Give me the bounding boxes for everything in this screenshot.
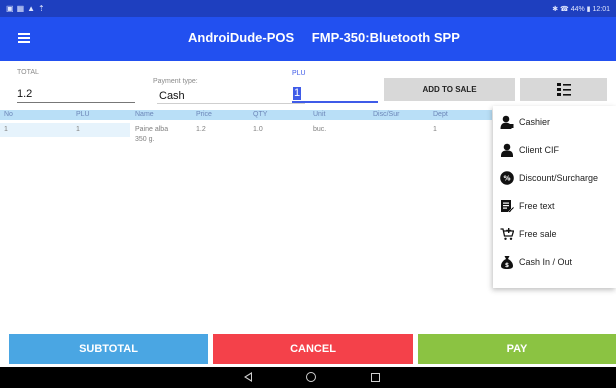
subtotal-button[interactable]: SUBTOTAL xyxy=(9,334,208,364)
total-field: 1.2 xyxy=(17,85,135,103)
printer-device: FMP-350:Bluetooth SPP xyxy=(311,30,460,45)
plu-label: PLU xyxy=(292,70,306,77)
back-icon[interactable] xyxy=(244,372,252,382)
row-name-line2: 350 g. xyxy=(135,136,155,143)
row-price: 1.2 xyxy=(196,126,206,133)
cashier-user-icon xyxy=(500,115,514,129)
payment-type-value: Cash xyxy=(159,90,185,102)
pos-screen: ▣ ▦ ▲ ⇡ ✱ ☎ 44% ▮ 12:01 AndroiDude-POS F… xyxy=(0,0,616,388)
menu-label-free-sale: Free sale xyxy=(519,229,557,239)
col-dept: Dept xyxy=(433,111,448,118)
add-to-sale-button[interactable]: ADD TO SALE xyxy=(384,78,515,101)
menu-label-client-cif: Client CIF xyxy=(519,145,560,155)
sale-table-header: No PLU Name Price QTY Unit Disc/Sur Dept xyxy=(0,110,492,120)
home-icon[interactable] xyxy=(306,372,316,382)
upload-icon: ⇡ xyxy=(38,3,45,13)
col-name: Name xyxy=(135,111,154,118)
menu-label-cashier: Cashier xyxy=(519,117,551,127)
col-disc: Disc/Sur xyxy=(373,111,400,118)
col-price: Price xyxy=(196,111,212,118)
col-no: No xyxy=(4,111,13,118)
cancel-button[interactable]: CANCEL xyxy=(213,334,413,364)
svg-text:%: % xyxy=(503,175,510,183)
payment-type-label: Payment type: xyxy=(153,78,198,85)
menu-label-cash-in-out: Cash In / Out xyxy=(519,257,573,267)
image-icon: ▣ xyxy=(6,3,14,13)
menu-item-discount[interactable]: % Discount/Surcharge xyxy=(493,165,616,191)
menu-item-free-sale[interactable]: Free sale xyxy=(493,221,616,247)
menu-item-cashier[interactable]: Cashier xyxy=(493,109,616,135)
client-badge-icon xyxy=(501,143,513,157)
col-qty: QTY xyxy=(253,111,268,118)
recent-apps-icon[interactable] xyxy=(371,373,380,382)
row-plu: 1 xyxy=(76,126,80,133)
status-bar: ▣ ▦ ▲ ⇡ ✱ ☎ 44% ▮ 12:01 xyxy=(0,0,616,17)
calendar-icon: ▦ xyxy=(16,3,25,13)
app-name: AndroiDude-POS xyxy=(188,30,295,45)
numbered-list-icon xyxy=(556,83,571,96)
hamburger-menu-icon[interactable] xyxy=(18,31,34,45)
menu-item-client-cif[interactable]: Client CIF xyxy=(493,137,616,163)
alarm-icon: ▲ xyxy=(27,3,36,13)
menu-label-free-text: Free text xyxy=(519,201,555,211)
options-menu: Cashier Client CIF % Discount/Surcharge xyxy=(493,106,616,288)
row-no: 1 xyxy=(0,123,130,137)
menu-item-cash-in-out[interactable]: $ Cash In / Out xyxy=(493,249,616,275)
plu-value: 1 xyxy=(293,87,302,100)
status-left-icons: ▣ ▦ ▲ ⇡ xyxy=(6,3,45,13)
cart-add-icon xyxy=(500,228,514,240)
table-row[interactable]: 1 1 Paine alba 350 g. 1.2 1.0 buc. 1 xyxy=(0,123,492,152)
row-qty: 1.0 xyxy=(253,126,263,133)
row-unit: buc. xyxy=(313,126,327,133)
row-dept: 1 xyxy=(433,126,437,133)
app-title: AndroiDude-POS FMP-350:Bluetooth SPP xyxy=(188,30,460,45)
app-bar: AndroiDude-POS FMP-350:Bluetooth SPP xyxy=(0,17,616,61)
system-nav-bar xyxy=(0,367,616,388)
status-right: ✱ ☎ 44% ▮ 12:01 xyxy=(552,5,610,13)
total-label: TOTAL xyxy=(17,69,39,76)
col-plu: PLU xyxy=(76,111,90,118)
pay-button[interactable]: PAY xyxy=(418,334,616,364)
list-menu-button[interactable] xyxy=(520,78,607,101)
col-unit: Unit xyxy=(313,111,326,118)
edit-note-icon xyxy=(501,200,514,213)
svg-text:$: $ xyxy=(505,262,509,269)
plu-input[interactable]: 1 xyxy=(292,84,378,103)
money-bag-icon: $ xyxy=(501,256,513,269)
row-name-line1: Paine alba xyxy=(135,126,169,133)
menu-label-discount: Discount/Surcharge xyxy=(519,173,599,183)
payment-type-select[interactable]: Cash xyxy=(157,88,305,104)
menu-item-free-text[interactable]: Free text xyxy=(493,193,616,219)
percent-icon: % xyxy=(500,171,514,185)
